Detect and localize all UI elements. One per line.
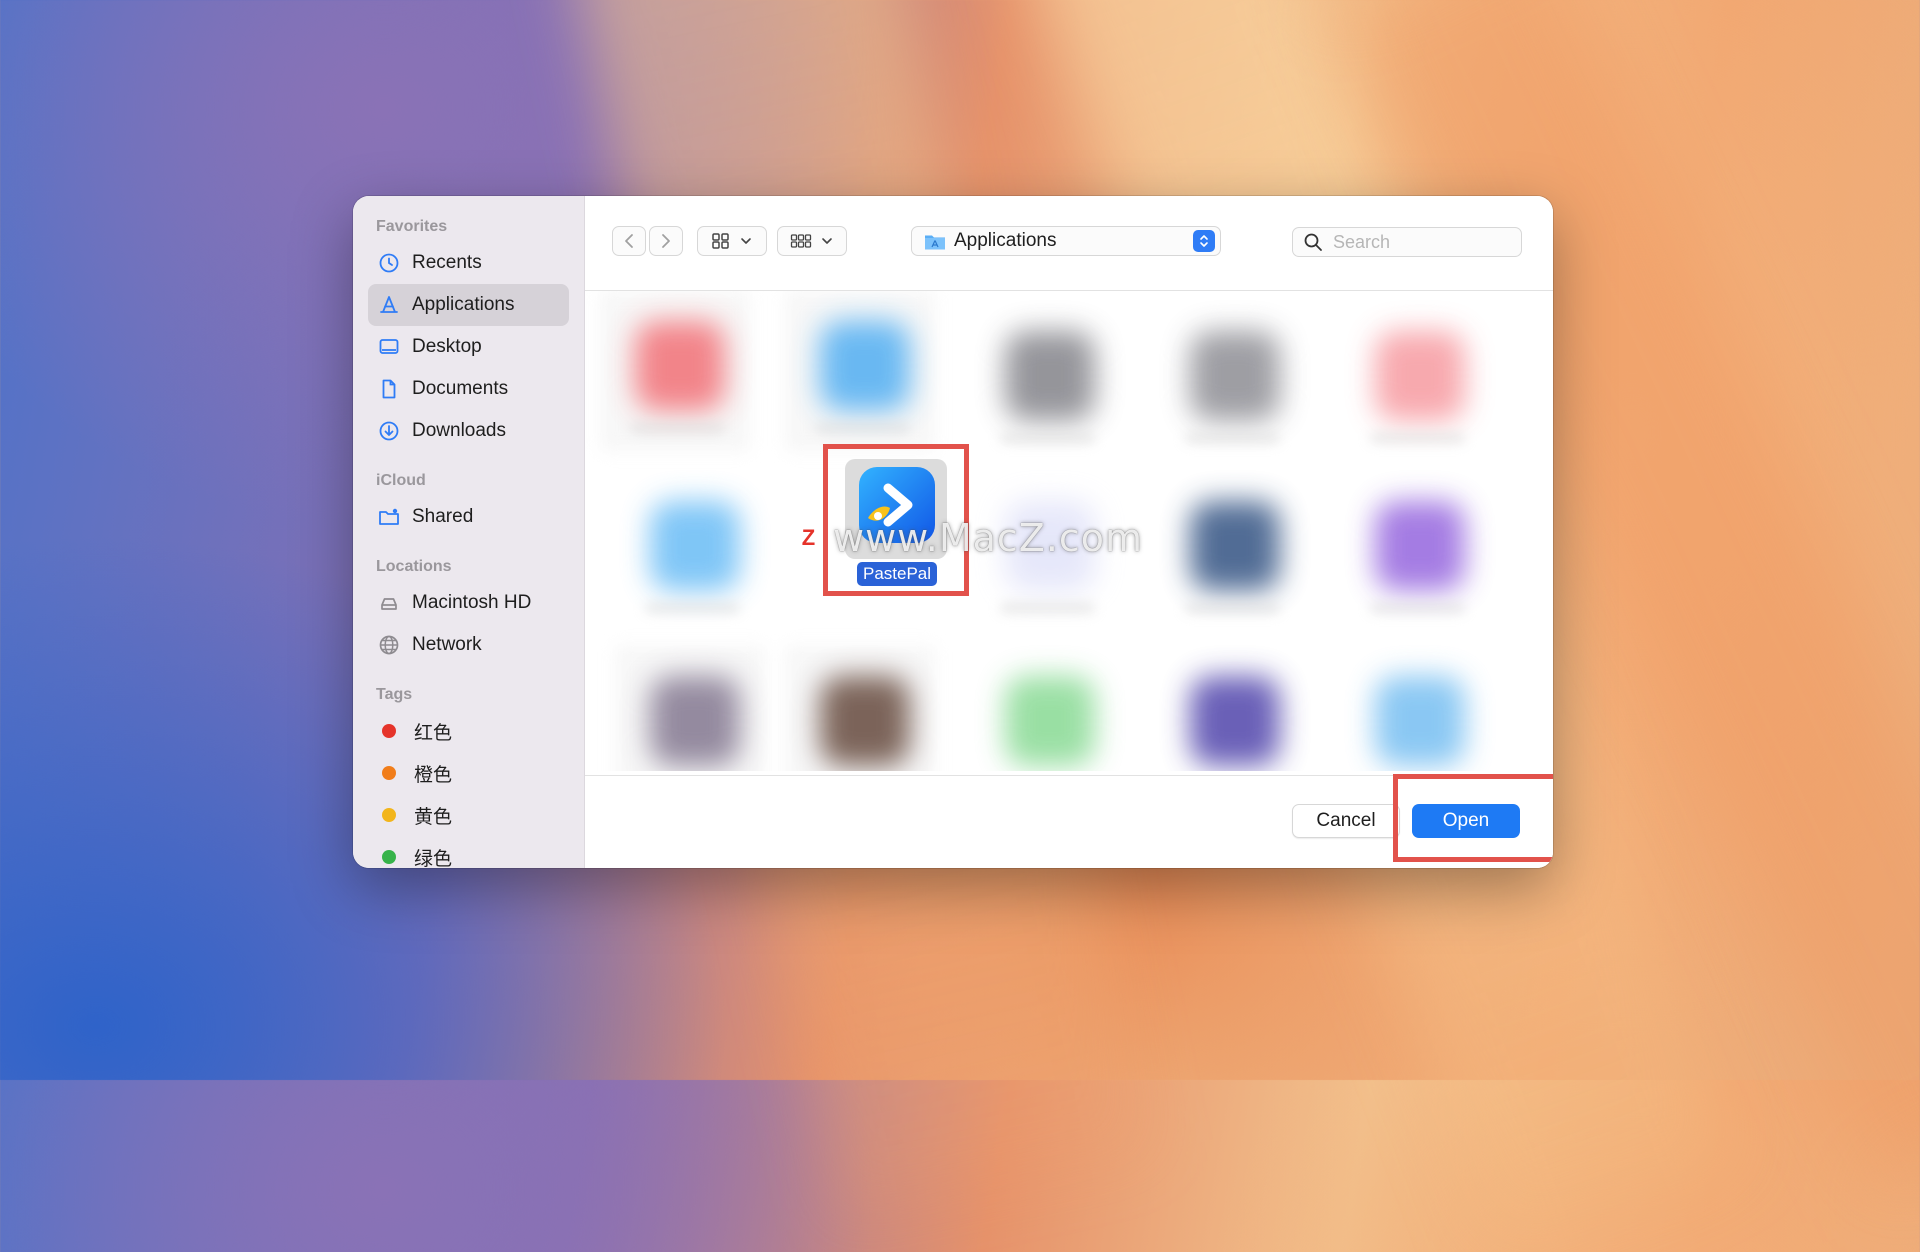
icon-grid-icon [712,233,729,249]
sidebar-item-applications[interactable]: Applications [368,284,569,326]
icloud-title: iCloud [376,472,426,489]
file-item[interactable] [970,646,1120,771]
file-item[interactable] [1340,646,1490,771]
sidebar-item-network[interactable]: Network [368,624,569,666]
sidebar-item-desktop[interactable]: Desktop [368,326,569,368]
search-field[interactable] [1292,227,1522,257]
document-icon [378,378,400,400]
sidebar-item-label: Desktop [412,336,482,357]
watermark-logo: Z [795,524,823,552]
sidebar-item-recents[interactable]: Recents [368,242,569,284]
file-grid: PastePal Z www.MacZ.com [585,291,1553,771]
shared-folder-icon [378,506,400,528]
file-item[interactable] [615,646,765,771]
sidebar-item-tag-red[interactable]: 红色 [368,710,569,752]
tag-dot [382,766,396,780]
sidebar: Favorites Recents Applications Desktop D… [353,196,585,868]
popup-stepper-icon [1193,230,1215,252]
sidebar-item-downloads[interactable]: Downloads [368,410,569,452]
location-popup[interactable]: Applications [911,226,1221,256]
back-button[interactable] [612,226,646,256]
sidebar-item-label: 黄色 [414,806,453,828]
locations-title: Locations [376,558,452,575]
file-item[interactable] [1155,301,1305,461]
tag-dot [382,724,396,738]
tag-dot [382,850,396,864]
sidebar-item-tag-orange[interactable]: 橙色 [368,752,569,794]
file-item[interactable] [970,301,1120,461]
file-item[interactable] [1340,301,1490,461]
tag-dot [382,808,396,822]
sidebar-item-shared[interactable]: Shared [368,496,569,538]
globe-icon [378,634,400,656]
open-button[interactable]: Open [1412,804,1520,838]
sidebar-item-label: Applications [412,294,515,315]
download-icon [378,420,400,442]
group-grid-icon [790,234,812,248]
chevron-right-icon [662,234,670,248]
favorites-title: Favorites [376,218,448,235]
chevron-left-icon [625,234,633,248]
location-label: Applications [954,230,1057,251]
favorites-section: Favorites Recents Applications Desktop D… [353,218,584,452]
sidebar-item-label: 绿色 [414,848,453,869]
sidebar-item-label: Network [412,634,482,655]
chevron-down-icon [822,238,832,244]
sidebar-item-tag-green[interactable]: 绿色 [368,836,569,868]
sidebar-item-label: Macintosh HD [412,592,532,613]
file-item[interactable] [615,471,765,631]
file-item[interactable] [1155,471,1305,631]
file-item[interactable] [785,646,935,771]
sidebar-item-label: Documents [412,378,509,399]
toolbar: Applications [585,196,1553,291]
tags-title: Tags [376,686,413,703]
disk-icon [378,592,400,614]
search-icon [1304,233,1322,251]
sidebar-item-documents[interactable]: Documents [368,368,569,410]
group-by-button[interactable] [777,226,847,256]
open-file-dialog: Favorites Recents Applications Desktop D… [353,196,1553,868]
dialog-footer: Cancel Open [585,774,1553,868]
sidebar-item-label: 红色 [414,722,453,744]
cancel-button[interactable]: Cancel [1292,804,1400,838]
sidebar-item-tag-yellow[interactable]: 黄色 [368,794,569,836]
file-item[interactable] [600,291,750,451]
search-input[interactable] [1331,230,1515,254]
sidebar-item-macintosh-hd[interactable]: Macintosh HD [368,582,569,624]
sidebar-item-label: Recents [412,252,482,273]
file-item[interactable] [785,291,935,451]
tags-section: Tags 红色 橙色 黄色 绿色 [353,686,584,868]
chevron-down-icon [741,238,751,244]
view-mode-button[interactable] [697,226,767,256]
sidebar-item-label: Downloads [412,420,506,441]
sidebar-item-label: Shared [412,506,474,527]
locations-section: Locations Macintosh HD Network [353,558,584,666]
icloud-section: iCloud Shared [353,472,584,538]
sidebar-item-label: 橙色 [414,764,453,786]
clock-icon [378,252,400,274]
applications-icon [378,294,400,316]
watermark-text: www.MacZ.com [833,516,1144,560]
watermark: Z www.MacZ.com [795,516,1143,560]
file-item[interactable] [1155,646,1305,771]
file-browser: Applications Search PastePal Z www.MacZ.… [585,196,1553,868]
desktop-icon [378,336,400,358]
file-item[interactable] [1340,471,1490,631]
forward-button[interactable] [649,226,683,256]
applications-folder-icon [925,235,945,250]
